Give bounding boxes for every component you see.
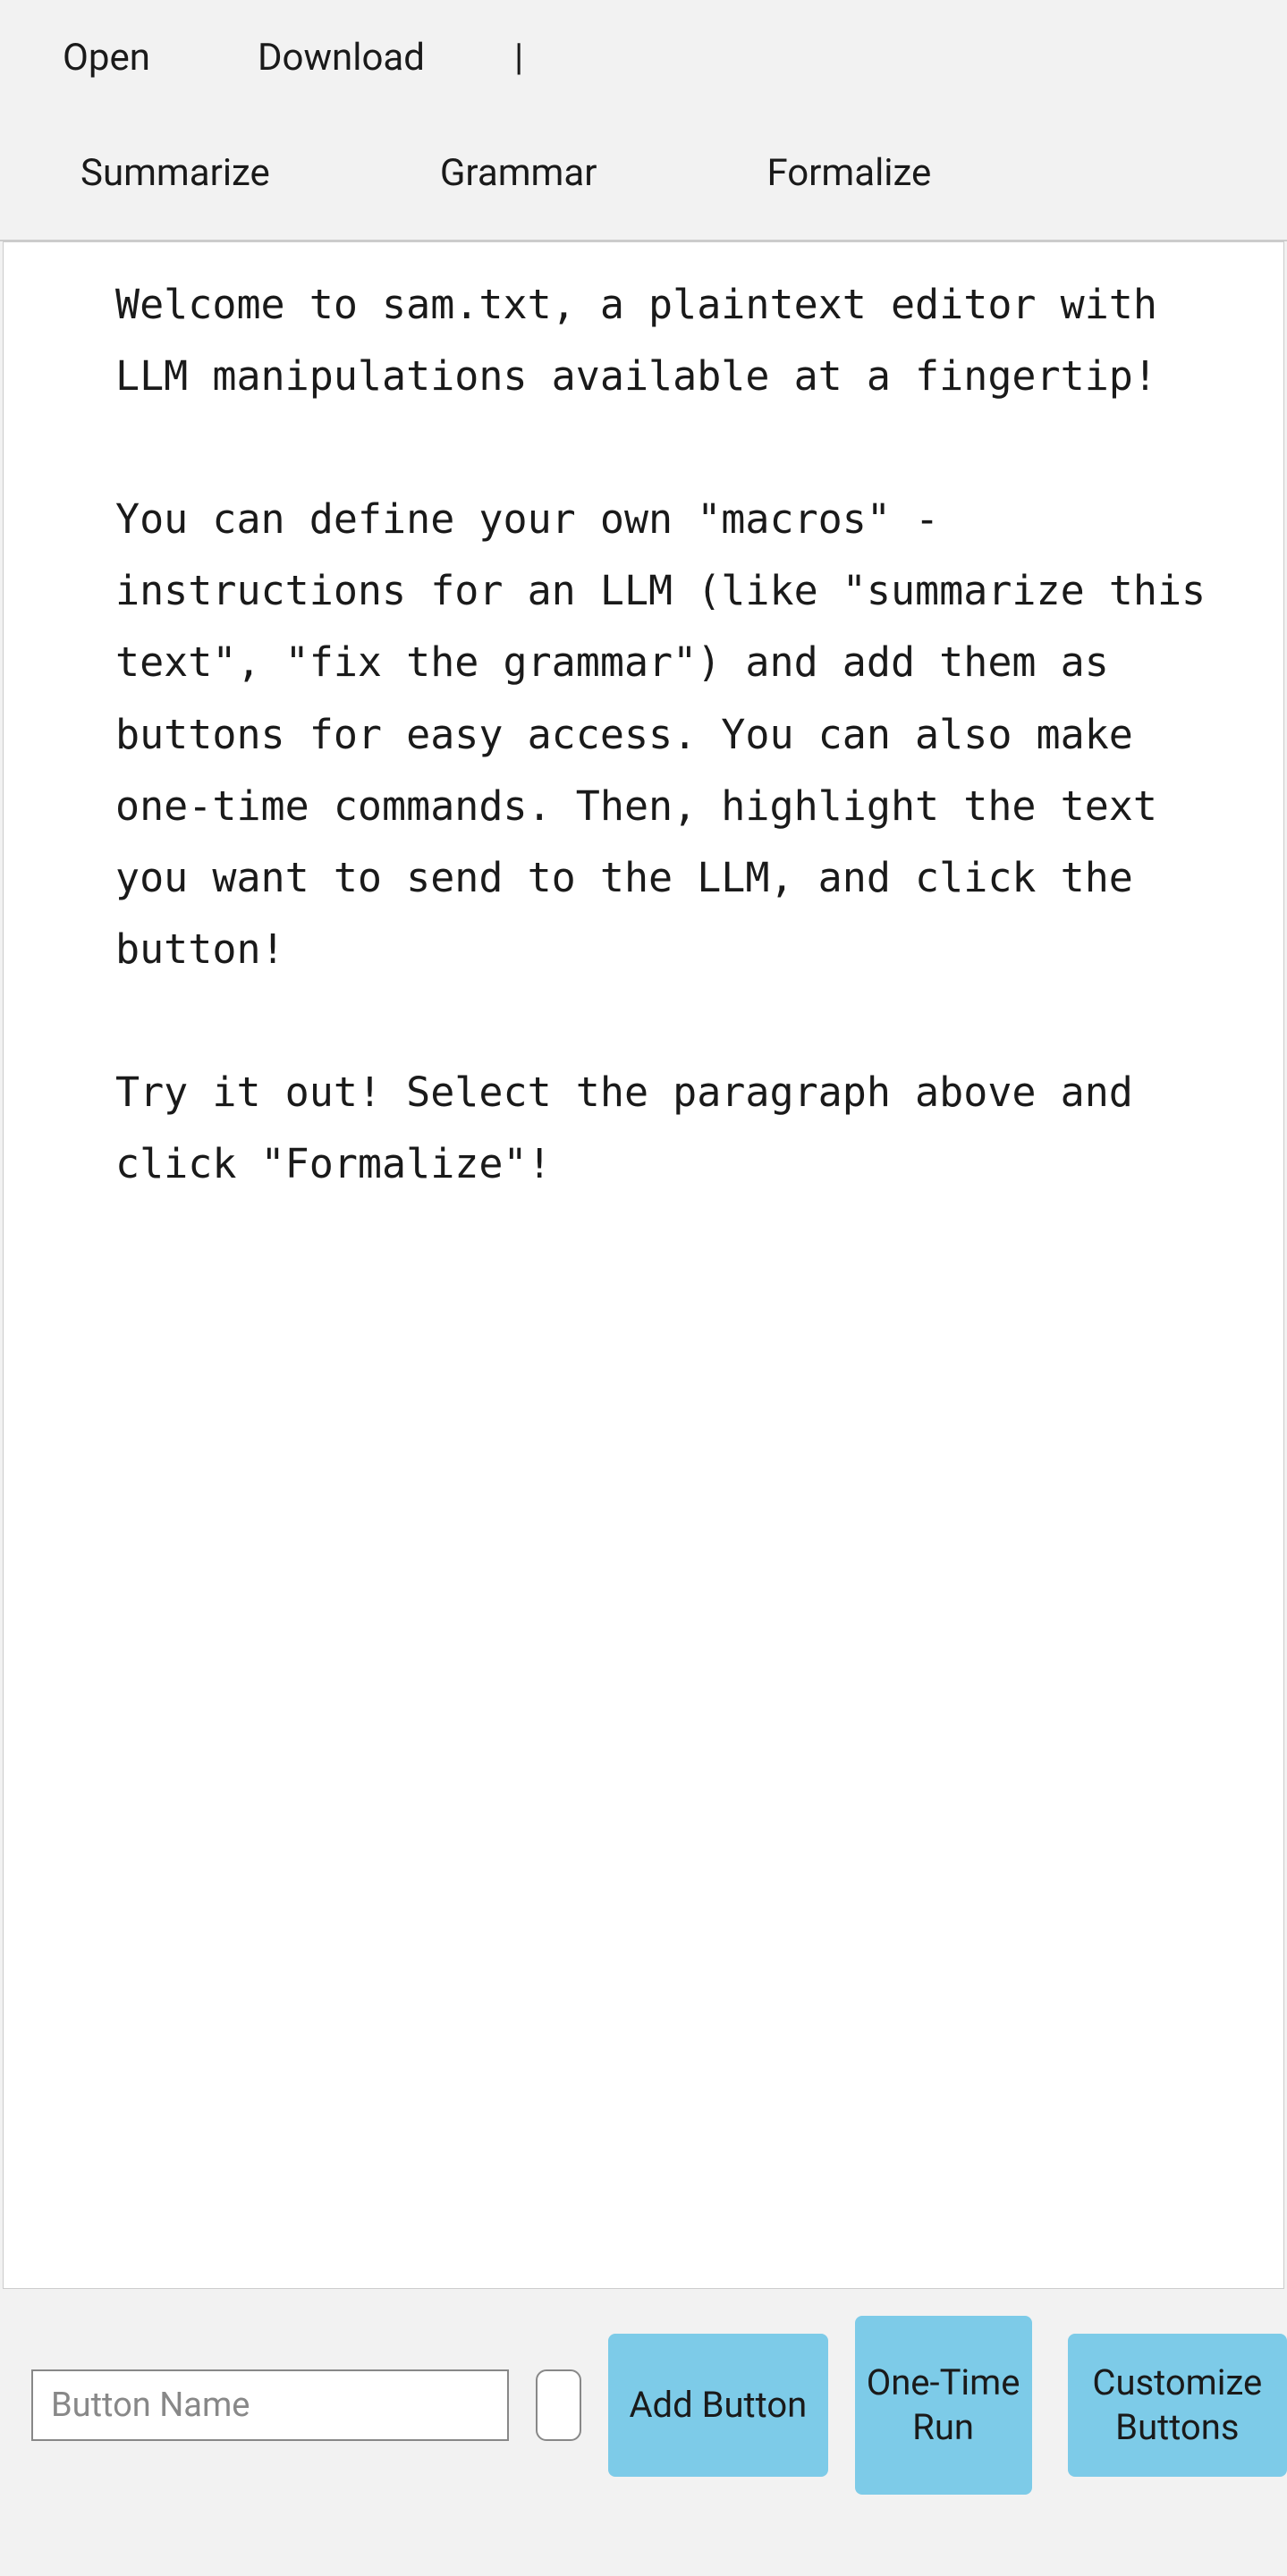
toolbar-separator: | [514,36,523,80]
toolbar-row-macros: Summarize Grammar Formalize [0,115,1287,240]
add-button[interactable]: Add Button [608,2334,827,2477]
button-name-input[interactable] [31,2369,509,2441]
summarize-button[interactable]: Summarize [80,151,270,195]
download-button[interactable]: Download [258,36,425,80]
one-time-run-button[interactable]: One-Time Run [855,2316,1032,2495]
grammar-button[interactable]: Grammar [440,151,597,195]
formalize-button[interactable]: Formalize [766,151,931,195]
small-input[interactable] [536,2369,581,2441]
customize-buttons-button[interactable]: Customize Buttons [1068,2334,1287,2477]
text-editor[interactable]: Welcome to sam.txt, a plaintext editor w… [3,241,1284,2289]
toolbar: Open Download | Summarize Grammar Formal… [0,0,1287,241]
toolbar-row-file: Open Download | [0,0,1287,115]
bottom-bar: Add Button One-Time Run Customize Button… [0,2289,1287,2521]
open-button[interactable]: Open [63,36,150,80]
